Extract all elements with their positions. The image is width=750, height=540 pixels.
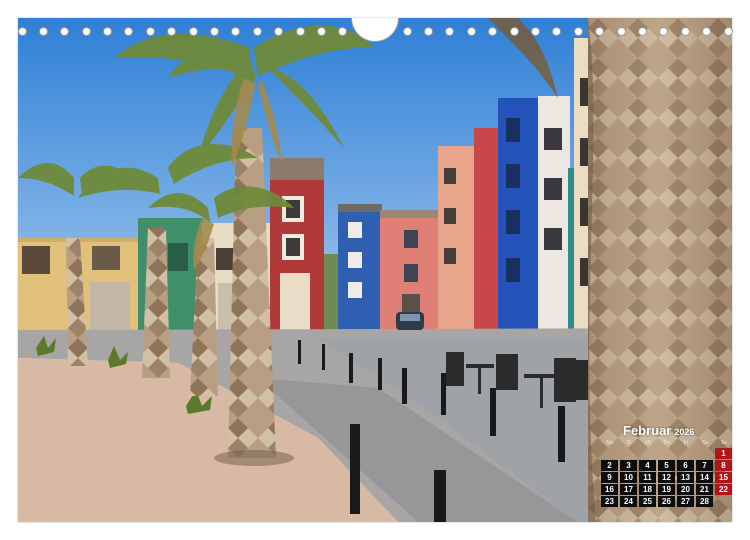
day-cell: 6 xyxy=(677,460,694,471)
day-cell: 5 xyxy=(658,460,675,471)
sunday-cell: 1 xyxy=(715,448,732,459)
day-cell: 2 xyxy=(601,460,618,471)
day-cell: 17 xyxy=(620,484,637,495)
day-cell: 19 xyxy=(658,484,675,495)
weekday-label: Sa xyxy=(701,440,709,446)
day-cell: 13 xyxy=(677,472,694,483)
day-cell: 14 xyxy=(696,472,713,483)
day-cell: 27 xyxy=(677,496,694,507)
day-cell: 3 xyxy=(620,460,637,471)
day-cell: 4 xyxy=(639,460,656,471)
sunday-cell: 15 xyxy=(715,472,732,483)
day-cell: 25 xyxy=(639,496,656,507)
day-cell: 23 xyxy=(601,496,618,507)
month-calendar: Februar 2026 Mo Di Mi Do Fr Sa So 1 2 3 4 5 6 7 8 9 10 11… xyxy=(600,422,732,516)
day-cell: 10 xyxy=(620,472,637,483)
weekday-label: So xyxy=(720,440,728,446)
weekday-label: Di xyxy=(626,440,632,446)
day-cell: 18 xyxy=(639,484,656,495)
weekday-label: Fr xyxy=(683,440,689,446)
calendar-year: 2026 xyxy=(674,427,695,437)
day-cell: 9 xyxy=(601,472,618,483)
calendar-title: Februar 2026 xyxy=(623,422,694,440)
day-cell: 20 xyxy=(677,484,694,495)
weekday-label: Mo xyxy=(606,440,614,446)
day-cell: 16 xyxy=(601,484,618,495)
sunday-cell: 22 xyxy=(715,484,732,495)
day-cell: 11 xyxy=(639,472,656,483)
weekday-label: Mi xyxy=(645,440,651,446)
day-cell: 26 xyxy=(658,496,675,507)
calendar-page: Februar 2026 Mo Di Mi Do Fr Sa So 1 2 3 4 5 6 7 8 9 10 11… xyxy=(18,18,732,522)
building-red-tall xyxy=(474,128,500,338)
building-salmon xyxy=(438,146,476,336)
calendar-month: Februar xyxy=(623,423,672,438)
sunday-cell: 8 xyxy=(715,460,732,471)
day-cell: 7 xyxy=(696,460,713,471)
day-cell: 24 xyxy=(620,496,637,507)
day-cell: 28 xyxy=(696,496,713,507)
day-cell: 21 xyxy=(696,484,713,495)
day-cell: 12 xyxy=(658,472,675,483)
weekday-label: Do xyxy=(663,440,671,446)
